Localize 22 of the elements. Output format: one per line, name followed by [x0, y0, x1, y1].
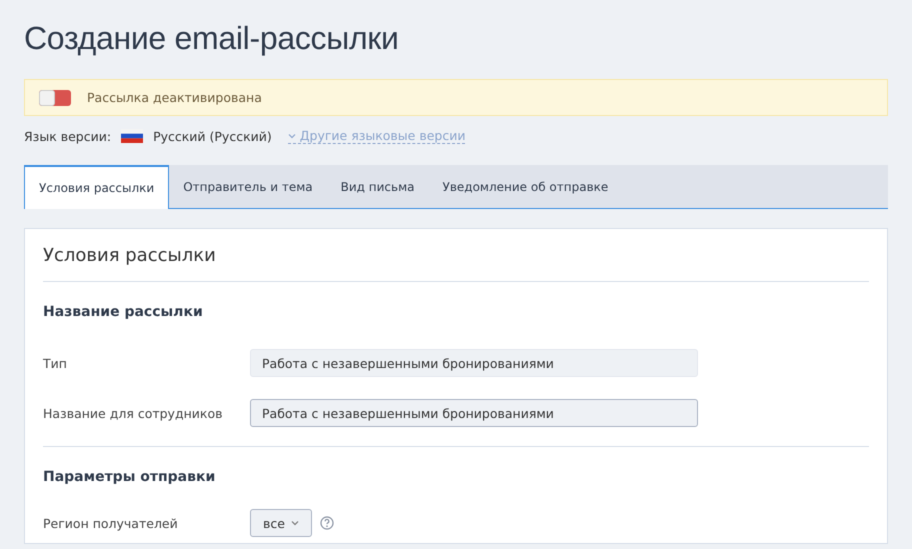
section-heading: Параметры отправки: [43, 468, 216, 487]
tab[interactable]: Отправитель и тема: [169, 165, 327, 208]
tab[interactable]: Уведомление об отправке: [428, 165, 622, 208]
page-title: Создание email-рассылки: [24, 19, 400, 58]
caret-icon: [290, 520, 299, 526]
card-title: Условия рассылки: [43, 229, 869, 282]
region-select[interactable]: все: [250, 509, 312, 537]
language-label: Язык версии:: [24, 128, 112, 144]
tab[interactable]: Условия рассылки: [24, 165, 170, 209]
field-label: Регион получателей: [43, 516, 179, 530]
caret-icon: [288, 132, 296, 138]
field-label: Тип: [43, 356, 68, 370]
status-text: Рассылка деактивирована: [87, 90, 262, 105]
readonly-field: Работа с незавершенными бронированиями: [250, 349, 698, 377]
input-field[interactable]: Работа с незавершенными бронированиями: [250, 399, 698, 427]
flag-icon: [121, 129, 144, 143]
help-icon[interactable]: [320, 516, 334, 530]
status-toggle[interactable]: [39, 90, 71, 106]
current-language: Русский (Русский): [153, 128, 272, 144]
field-label: Название для сотрудников: [43, 406, 224, 420]
section-heading: Название рассылки: [43, 303, 204, 322]
tab[interactable]: Вид письма: [326, 165, 429, 208]
